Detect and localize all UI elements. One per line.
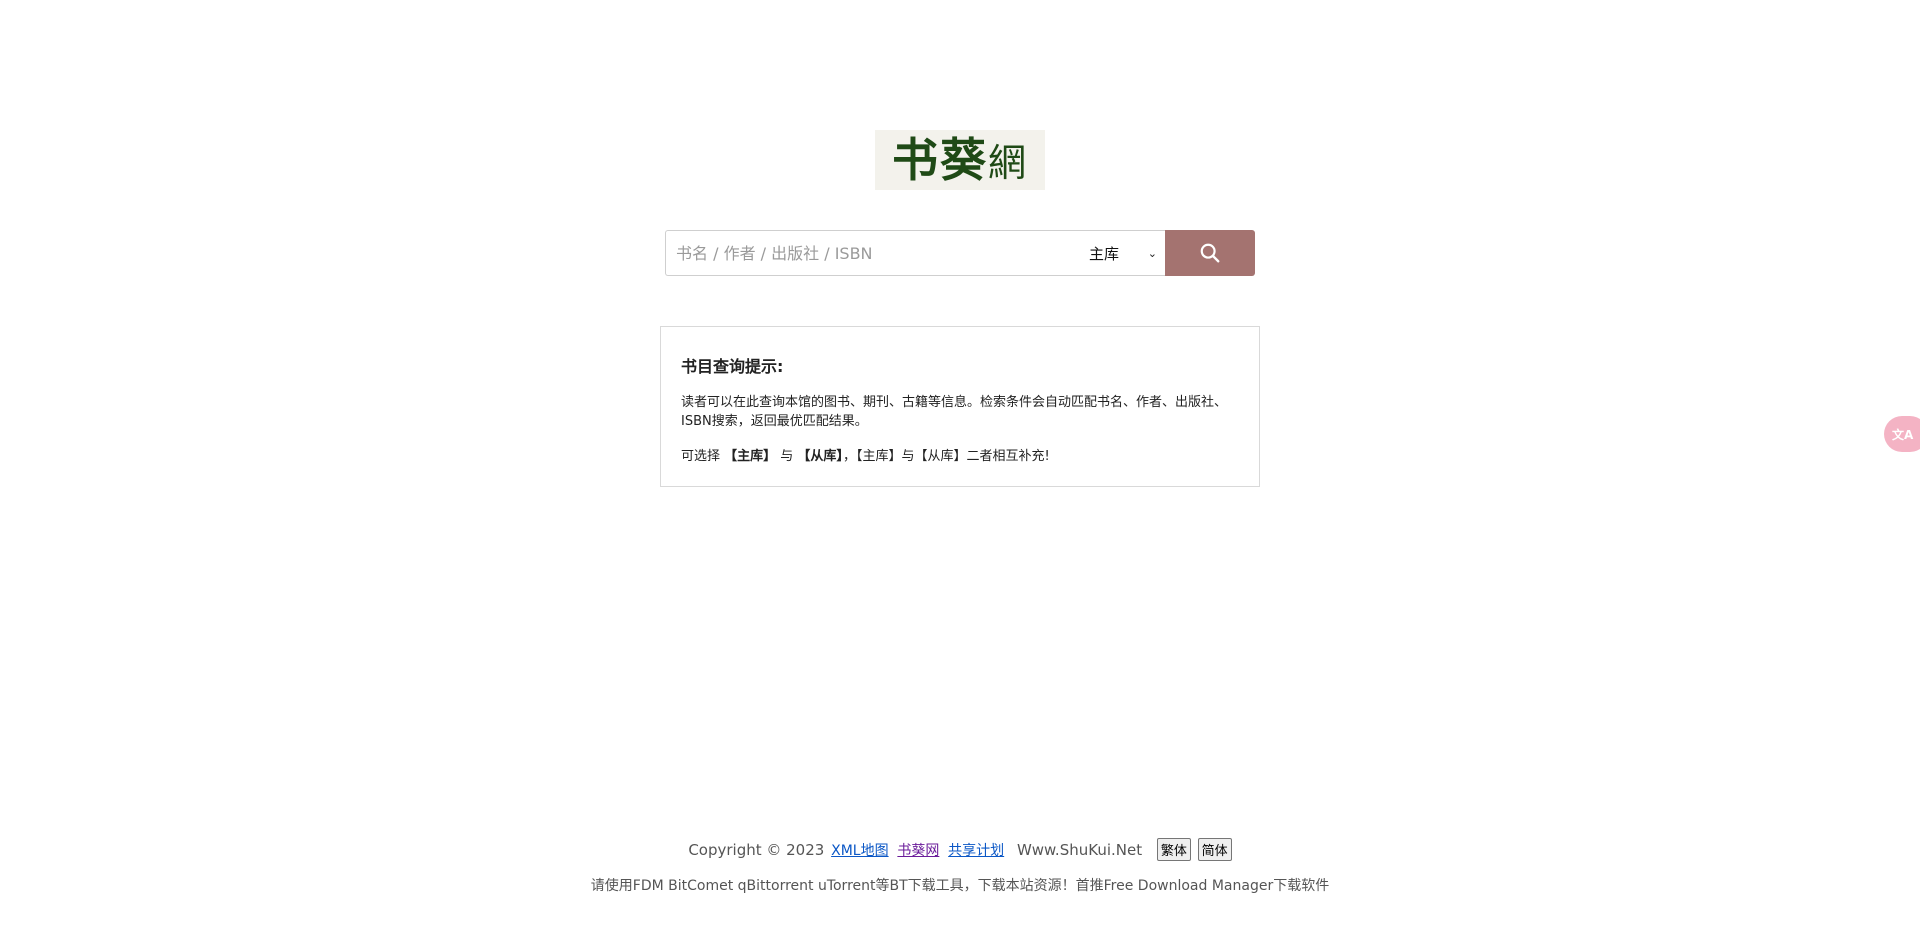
translate-icon: 文A (1892, 427, 1914, 442)
footer-links: Copyright © 2023 XML地图 书葵网 共享计划 Www.ShuK… (0, 838, 1920, 861)
search-input[interactable] (666, 231, 1075, 275)
library-scope-select[interactable]: 主库 ⌄ (1075, 231, 1165, 275)
tips-main-library: 【主库】 (724, 449, 777, 464)
tips-note: 可选择 【主库】 与 【从库】，【主库】与【从库】二者相互补充! (681, 449, 1050, 464)
logo-text: 书葵網 (891, 133, 1028, 187)
page: 书葵網 主库 ⌄ 书目查询提示: 读者可以在此查询本馆的图书、期刊、古籍等信息。… (0, 0, 1920, 927)
xml-map-link[interactable]: XML地图 (831, 843, 888, 859)
site-domain: Www.ShuKui.Net (1016, 841, 1143, 859)
translate-widget[interactable]: 文A (1884, 416, 1920, 452)
site-logo[interactable]: 书葵網 (875, 130, 1045, 190)
copyright: Copyright © 2023 (688, 841, 825, 859)
share-plan-link[interactable]: 共享计划 (948, 843, 1004, 859)
shukui-link[interactable]: 书葵网 (897, 843, 939, 859)
search-bar: 主库 ⌄ (665, 230, 1255, 276)
chevron-down-icon: ⌄ (1147, 246, 1157, 260)
search-button[interactable] (1165, 230, 1255, 276)
tips-secondary-library: 【从库】 (797, 449, 843, 464)
tips-body: 读者可以在此查询本馆的图书、期刊、古籍等信息。检索条件会自动匹配书名、作者、出版… (681, 395, 1228, 429)
search-tips-panel: 书目查询提示: 读者可以在此查询本馆的图书、期刊、古籍等信息。检索条件会自动匹配… (660, 326, 1260, 487)
simplified-chinese-button[interactable]: 简体 (1197, 838, 1232, 861)
library-scope-value: 主库 (1089, 244, 1120, 263)
search-box: 主库 ⌄ (665, 230, 1165, 276)
search-icon (1200, 243, 1220, 263)
download-notice: 请使用FDM BitComet qBittorrent uTorrent等BT下… (590, 878, 1330, 894)
tips-title: 书目查询提示: (681, 357, 784, 376)
traditional-chinese-button[interactable]: 繁体 (1156, 838, 1191, 861)
